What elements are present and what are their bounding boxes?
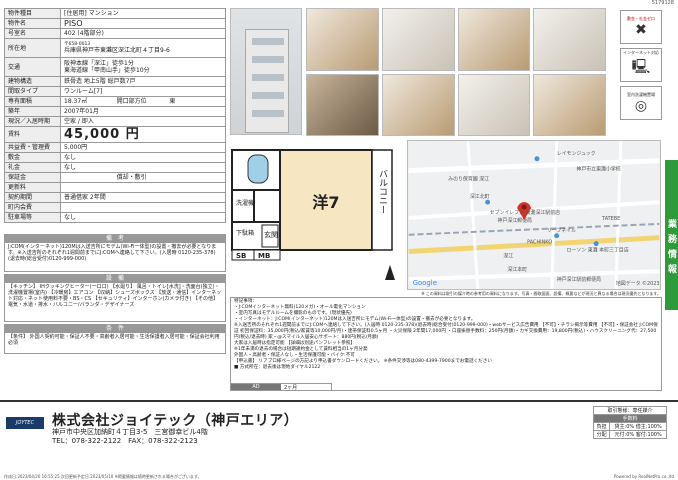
company-name: 株式会社ジョイテック（神戸エリア） <box>52 413 299 429</box>
room-photo <box>457 73 531 136</box>
conditions-section: 条 件 【条件】 外国人契約可能・保証人不要・高齢者入居可能・生活保護者入居可能… <box>4 324 226 354</box>
north-arrow-icon <box>385 265 395 280</box>
company-address: 神戸市中央区加納町４丁目3-5 三宮御幸ビル4階 <box>52 428 208 436</box>
map-label: 深江本町 <box>507 266 527 273</box>
company-logo: JOYTEC <box>6 417 44 429</box>
plan-mb-label: MB <box>258 252 270 260</box>
map-label: みのり保育園 深江 <box>448 175 489 182</box>
map-label: 深江北町 <box>470 193 490 200</box>
room-photo <box>306 73 379 136</box>
map-label: 神戸深江駅前郵便局 <box>557 276 601 283</box>
property-spec-table: 物件種目 [住居用] マンション 物件名 PISO 号室名 402 (4階部分) 所在… <box>4 8 226 223</box>
flyer-page: 5179128 物件種目 [住居用] マンション 物件名 PISO 号室名 402 (… <box>0 0 678 480</box>
plan-entrance-label: 玄関 <box>264 230 278 239</box>
plan-laundry-label: 洗濯機 <box>236 199 254 207</box>
map-label: セブンイレブン 東灘深江駅前店 <box>490 209 561 216</box>
special-remarks: 特記事項： ・J:COMインターネット無料(120メガ)・オール電化マンション・… <box>230 297 662 391</box>
room-photo <box>381 8 455 71</box>
map-label: 神戸深江郵便局 <box>497 217 532 224</box>
plan-closet-label: 下駄箱 <box>236 229 254 237</box>
room-photo <box>381 73 455 136</box>
plan-room-label: 洋7 <box>312 193 339 212</box>
internet-badge: インターネット対応 🖳 <box>620 48 662 82</box>
room-photo <box>533 8 606 71</box>
deposit-key-zero-badge: 敷金・礼金ゼロ ✖ <box>620 10 662 44</box>
plan-sb-label: SB <box>236 252 246 260</box>
remark-line: ※入送吉所のそれぞれ1週間前までにJ:COMへ連絡して下さい。(入居時 0120… <box>234 323 658 340</box>
feature-badges: 敷金・礼金ゼロ ✖ インターネット対応 🖳 室内洗濯機置場 ◎ <box>620 10 664 124</box>
map-poi-icon <box>554 233 560 239</box>
rent-value: 45,000 円 <box>60 126 226 143</box>
map-label: TATEBE <box>601 216 620 222</box>
map-poi-icon <box>485 199 491 205</box>
map-label: 地図データ ©2023 <box>616 280 660 287</box>
map-label: 神戸市立東灘小学校 <box>576 166 620 173</box>
print-info-bar: 作成日:2023/04/26 16:55:25 次回更新予定日:2023/05/… <box>4 474 674 479</box>
no-money-icon: ✖ <box>635 22 647 38</box>
computer-icon: 🖳 <box>631 59 651 75</box>
map-poi-icon <box>593 241 599 247</box>
map-poi-icon <box>534 156 540 162</box>
footer: JOYTEC 株式会社ジョイテック（神戸エリア） 神戸市中央区加納町４丁目3-5… <box>0 400 678 472</box>
doc-code: 5179128 <box>651 0 674 6</box>
remark-line: ■ 方式所在：退去後は現地ダイヤル2122 <box>234 365 321 370</box>
building-exterior-photo <box>230 8 302 135</box>
map-label: 深江 <box>503 252 513 259</box>
map-label: PACHINKO <box>527 240 552 246</box>
area-map[interactable]: レイモンジュック神戸市立東灘小学校みのり保育園 深江深江北町セブンイレブン 東灘… <box>407 140 661 290</box>
room-photo <box>533 73 606 136</box>
map-label: リーブネイル <box>547 227 576 234</box>
company-phone: TEL：078-322-2122 FAX：078-322-2123 <box>52 437 198 445</box>
map-label: ローソン 東灘 本町三丁目店 <box>567 247 629 254</box>
interior-photo-grid <box>306 8 606 136</box>
room-photo <box>457 8 531 71</box>
plan-balcony-label: バルコニー <box>377 169 388 214</box>
washing-machine-icon: ◎ <box>634 98 648 114</box>
map-label: レイモンジュック <box>557 151 596 157</box>
floor-plan: 洋7 バルコニー 洗濯機 下駄箱 玄関 SB MB <box>230 145 400 290</box>
room-photo <box>306 8 379 71</box>
equipment-section: 設 備 【キッチン】 IHクッキングヒーター(一口口) 【水廻り】 風呂・トイレ… <box>4 274 226 322</box>
business-info-tab[interactable]: 業務情報 <box>665 160 678 310</box>
map-label: Google <box>413 279 437 287</box>
ad-row: AD 2ヶ月 <box>230 383 332 391</box>
notes-section: 備 考 J:COM(インターネット)120Mは入送吉所にモデム(Wi-Fi一体型… <box>4 234 226 272</box>
laundry-badge: 室内洗濯機置場 ◎ <box>620 86 662 120</box>
trade-terms-table: 取引態様：専任媒介 手数料 負担 貸主:0% 借主:100% 分配 元付:0% 客付… <box>592 406 667 439</box>
